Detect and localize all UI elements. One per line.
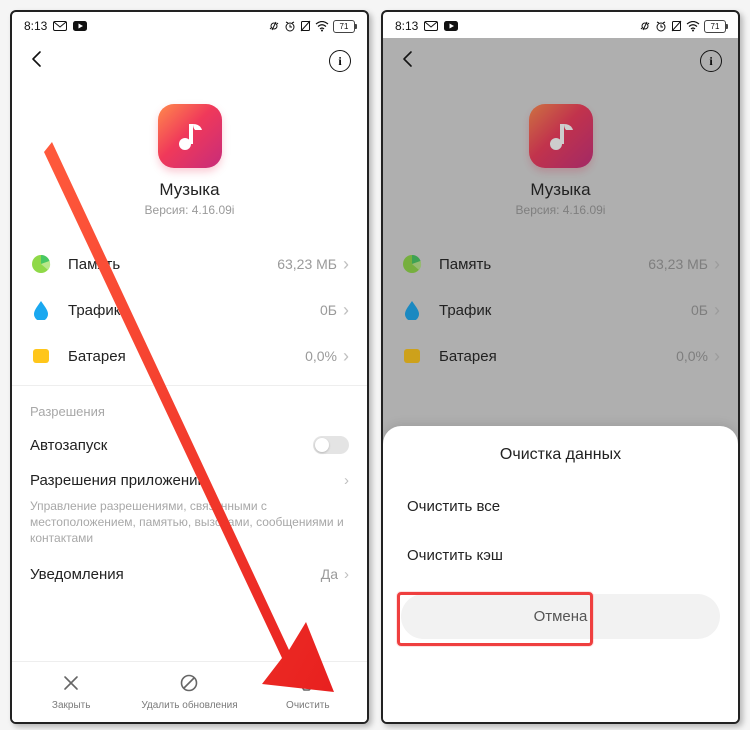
- status-time: 8:13: [395, 19, 418, 33]
- mail-icon: [424, 21, 438, 31]
- sheet-cancel[interactable]: Отмена: [401, 594, 720, 639]
- row-value: 0Б: [320, 302, 337, 318]
- drop-icon: [30, 299, 52, 321]
- row-battery[interactable]: Батарея 0,0% ›: [12, 333, 367, 379]
- app-icon: [158, 104, 222, 168]
- section-permissions: Разрешения: [12, 385, 367, 427]
- app-header: Музыка Версия: 4.16.09i: [383, 84, 738, 241]
- chevron-right-icon: ›: [714, 254, 720, 275]
- row-label: Батарея: [439, 348, 676, 365]
- row-label: Батарея: [68, 348, 305, 365]
- header: i: [12, 38, 367, 84]
- chevron-right-icon: ›: [714, 300, 720, 321]
- chevron-right-icon: ›: [343, 346, 349, 367]
- status-bar: 8:13 71: [383, 12, 738, 38]
- row-autostart[interactable]: Автозапуск: [12, 427, 367, 463]
- wifi-icon: [315, 21, 329, 32]
- alarm-icon: [655, 20, 667, 32]
- row-label: Уведомления: [30, 566, 124, 583]
- row-battery[interactable]: Батарея 0,0% ›: [383, 333, 738, 379]
- status-time: 8:13: [24, 19, 47, 33]
- mail-icon: [53, 21, 67, 31]
- button-label: Удалить обновления: [141, 700, 237, 711]
- uninstall-updates-button[interactable]: Удалить обновления: [130, 662, 248, 722]
- back-button[interactable]: [399, 47, 417, 75]
- no-sim-icon: [671, 20, 682, 32]
- battery-square-icon: [30, 345, 52, 367]
- row-memory[interactable]: Память 63,23 МБ ›: [12, 241, 367, 287]
- toggle-autostart[interactable]: [313, 436, 349, 454]
- row-value: 0,0%: [676, 348, 708, 364]
- info-button[interactable]: i: [329, 50, 351, 72]
- app-version: Версия: 4.16.09i: [516, 203, 606, 217]
- back-button[interactable]: [28, 47, 46, 75]
- button-label: Закрыть: [52, 700, 91, 711]
- row-value: 63,23 МБ: [277, 256, 337, 272]
- screenshot-right: 8:13 71 i Музыка Версия: 4.16.09i: [381, 10, 740, 724]
- info-button[interactable]: i: [700, 50, 722, 72]
- row-notifications[interactable]: Уведомления Да ›: [12, 557, 367, 592]
- row-value: 0,0%: [305, 348, 337, 364]
- clear-data-sheet: Очистка данных Очистить все Очистить кэш…: [383, 426, 738, 722]
- wifi-icon: [686, 21, 700, 32]
- row-label: Разрешения приложений: [30, 472, 206, 489]
- app-version: Версия: 4.16.09i: [145, 203, 235, 217]
- vibrate-icon: [639, 20, 651, 32]
- pie-icon: [401, 253, 423, 275]
- screenshot-left: 8:13 71 i Музыка В: [10, 10, 369, 724]
- battery-icon: 71: [333, 20, 355, 33]
- close-icon: [62, 674, 80, 697]
- forbid-icon: [180, 674, 198, 697]
- battery-icon: 71: [704, 20, 726, 33]
- chevron-right-icon: ›: [343, 254, 349, 275]
- app-header: Музыка Версия: 4.16.09i: [12, 84, 367, 241]
- row-traffic[interactable]: Трафик 0Б ›: [383, 287, 738, 333]
- drop-icon: [401, 299, 423, 321]
- row-label: Память: [68, 256, 277, 273]
- row-app-permissions[interactable]: Разрешения приложений ›: [12, 463, 367, 498]
- pie-icon: [30, 253, 52, 275]
- bottom-action-bar: Закрыть Удалить обновления Очистить: [12, 661, 367, 722]
- header: i: [383, 38, 738, 84]
- row-label: Автозапуск: [30, 437, 107, 454]
- no-sim-icon: [300, 20, 311, 32]
- chevron-right-icon: ›: [344, 472, 349, 489]
- row-traffic[interactable]: Трафик 0Б ›: [12, 287, 367, 333]
- chevron-right-icon: ›: [344, 566, 349, 583]
- sheet-clear-cache[interactable]: Очистить кэш: [383, 531, 738, 580]
- row-value: 0Б: [691, 302, 708, 318]
- row-value: Да: [321, 566, 338, 582]
- clear-button[interactable]: Очистить: [249, 662, 367, 722]
- button-label: Очистить: [286, 700, 330, 711]
- sheet-clear-all[interactable]: Очистить все: [383, 482, 738, 531]
- erase-icon: [299, 674, 317, 697]
- row-label: Память: [439, 256, 648, 273]
- chevron-right-icon: ›: [343, 300, 349, 321]
- alarm-icon: [284, 20, 296, 32]
- row-memory[interactable]: Память 63,23 МБ ›: [383, 241, 738, 287]
- chevron-right-icon: ›: [714, 346, 720, 367]
- youtube-icon: [444, 21, 458, 31]
- battery-square-icon: [401, 345, 423, 367]
- row-label: Трафик: [68, 302, 320, 319]
- close-button[interactable]: Закрыть: [12, 662, 130, 722]
- app-icon: [529, 104, 593, 168]
- vibrate-icon: [268, 20, 280, 32]
- row-label: Трафик: [439, 302, 691, 319]
- app-name: Музыка: [530, 180, 590, 200]
- app-permissions-desc: Управление разрешениями, связанными с ме…: [12, 498, 367, 557]
- app-name: Музыка: [159, 180, 219, 200]
- youtube-icon: [73, 21, 87, 31]
- sheet-title: Очистка данных: [383, 442, 738, 482]
- row-value: 63,23 МБ: [648, 256, 708, 272]
- status-bar: 8:13 71: [12, 12, 367, 38]
